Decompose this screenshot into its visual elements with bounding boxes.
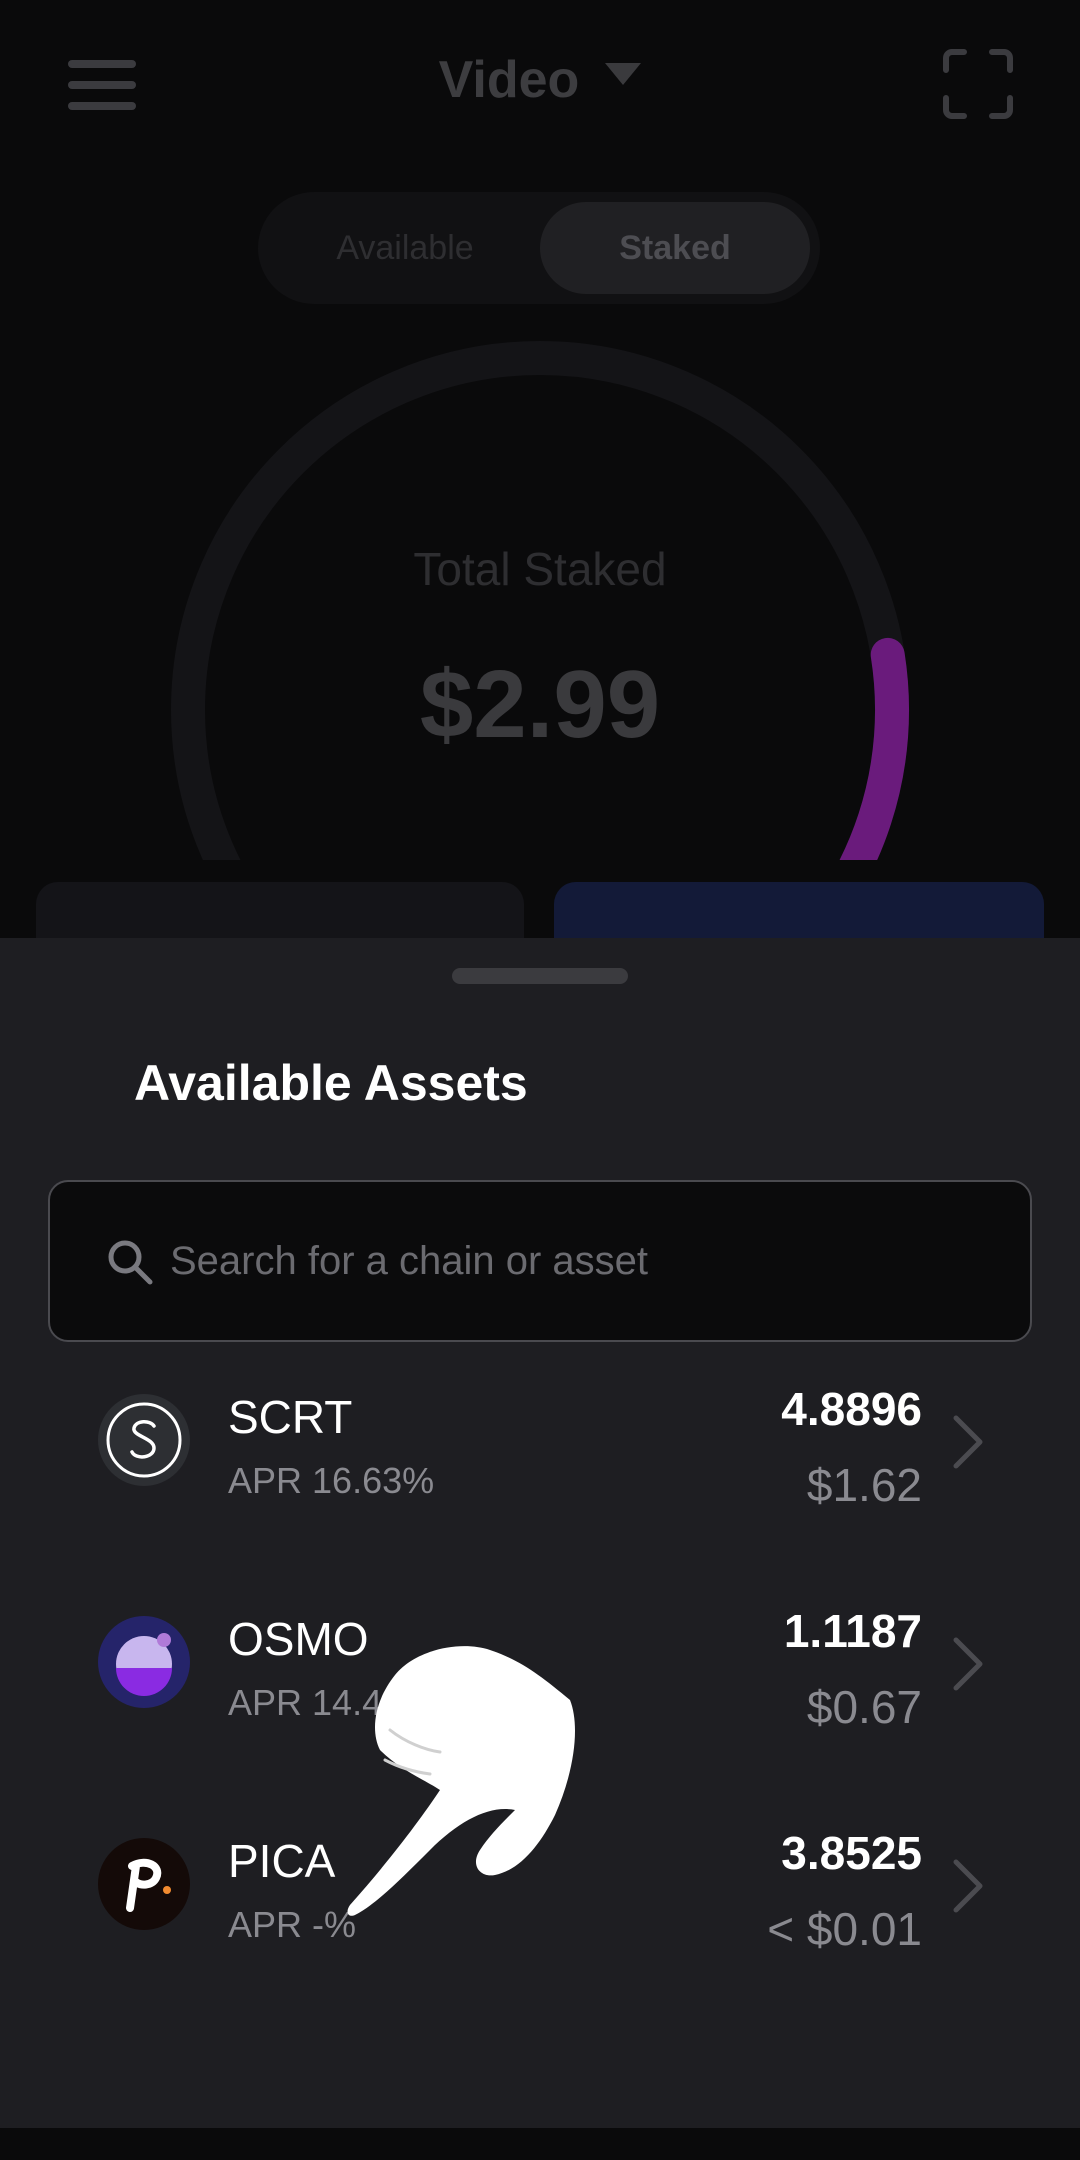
tab-available[interactable]: Available	[270, 202, 540, 294]
pointing-hand-icon	[347, 1646, 575, 1916]
top-bar: Video	[0, 0, 1080, 170]
asset-apr: APR 16.63%	[228, 1460, 435, 1501]
app-screen: Video Available Staked Total Staked $2.9…	[0, 0, 1080, 2160]
total-staked-label: Total Staked	[413, 543, 667, 595]
gauge-track	[171, 341, 909, 860]
scan-qr-icon[interactable]	[942, 48, 1014, 120]
staked-gauge	[171, 341, 909, 860]
search-input[interactable]	[170, 1182, 990, 1340]
asset-amount: 4.8896	[781, 1383, 922, 1435]
search-icon	[108, 1240, 153, 1285]
scrt-logo-icon	[98, 1394, 190, 1486]
search-box[interactable]	[48, 1180, 1032, 1342]
pica-logo-icon	[98, 1838, 190, 1930]
tab-staked[interactable]: Staked	[540, 202, 810, 294]
asset-amount: 1.1187	[783, 1605, 922, 1657]
stake-toggle: Available Staked	[258, 192, 820, 304]
total-staked-value: $2.99	[419, 651, 661, 758]
chevron-right-icon	[953, 1637, 983, 1691]
asset-fiat-value: $1.62	[806, 1459, 922, 1511]
sheet-title: Available Assets	[134, 1055, 528, 1111]
asset-symbol: SCRT	[228, 1391, 353, 1443]
asset-symbol: PICA	[228, 1835, 336, 1887]
bottom-edge	[0, 2128, 1080, 2160]
asset-row-scrt[interactable]: SCRT APR 16.63% 4.8896 $1.62	[0, 1340, 1080, 1540]
asset-fiat-value: $0.67	[806, 1681, 922, 1733]
dropdown-caret-icon	[605, 63, 642, 85]
asset-amount: 3.8525	[781, 1827, 922, 1879]
chevron-right-icon	[953, 1415, 983, 1469]
network-selector[interactable]: Video	[0, 50, 1080, 110]
chevron-right-icon	[953, 1859, 983, 1913]
sheet-drag-handle[interactable]	[452, 968, 628, 984]
available-assets-sheet: Available Assets SCRT APR 16.63% 4.8896 …	[0, 938, 1080, 2128]
page-title: Video	[438, 51, 580, 109]
asset-fiat-value: < $0.01	[767, 1903, 922, 1955]
osmo-logo-icon	[98, 1616, 190, 1708]
